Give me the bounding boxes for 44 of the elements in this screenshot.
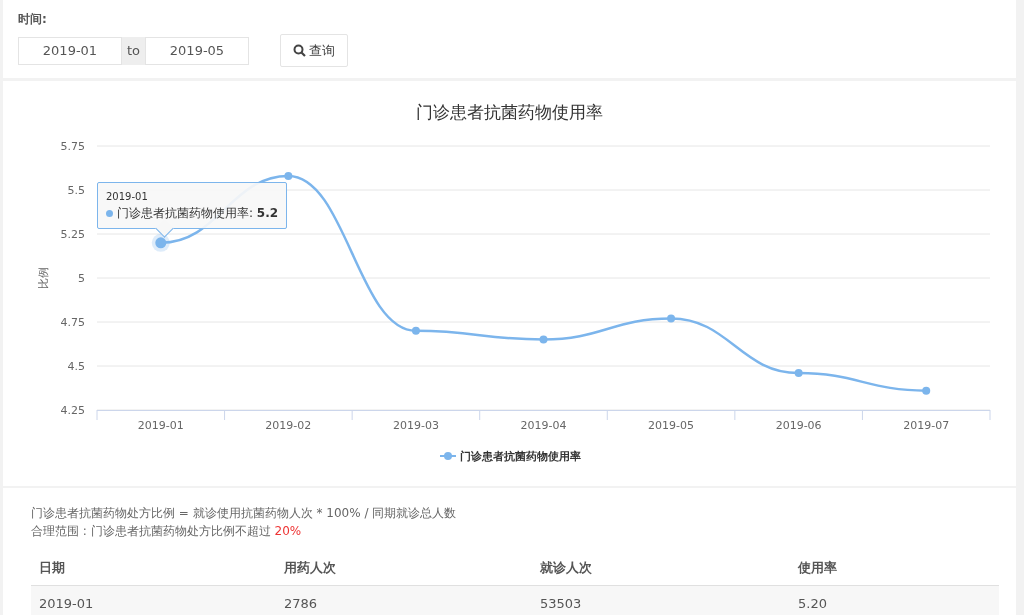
search-icon bbox=[293, 44, 306, 57]
field-label: 时间: bbox=[18, 11, 47, 28]
axis-tick-label: 5.25 bbox=[60, 228, 85, 241]
data-point[interactable] bbox=[667, 314, 676, 323]
tooltip-value: 门诊患者抗菌药物使用率: 5.2 bbox=[117, 205, 279, 222]
table-cell-text: 53503 bbox=[539, 596, 583, 611]
axis-tick-label: 5 bbox=[78, 272, 85, 285]
series-dot bbox=[106, 210, 113, 217]
table-cell-text: 5.20 bbox=[797, 596, 828, 611]
table-cell-text: 2786 bbox=[283, 596, 319, 611]
legend-item[interactable]: 门诊患者抗菌药物使用率 bbox=[439, 450, 581, 463]
data-point[interactable] bbox=[922, 386, 931, 395]
search-button[interactable]: 查询 bbox=[280, 34, 348, 67]
axis-tick-label: 4.25 bbox=[60, 404, 85, 417]
range-value: 20% bbox=[274, 524, 302, 538]
data-point[interactable] bbox=[411, 326, 420, 335]
axis-tick-label: 5.5 bbox=[67, 184, 85, 197]
column-header: 日期 bbox=[38, 558, 66, 577]
axis-title: 比例 bbox=[37, 267, 50, 289]
tooltip-category: 2019-01 bbox=[106, 191, 149, 202]
axis-tick-label: 2019-01 bbox=[137, 419, 184, 432]
range-separator: to bbox=[122, 36, 145, 65]
formula-text: 门诊患者抗菌药物处方比例 = 就诊使用抗菌药物人次 * 100% / 同期就诊总人数 bbox=[31, 505, 458, 522]
axis-tick-label: 4.5 bbox=[67, 360, 85, 373]
column-header: 用药人次 bbox=[283, 558, 337, 577]
axis-tick-label: 2019-04 bbox=[520, 419, 567, 432]
column-header: 使用率 bbox=[796, 558, 838, 577]
end-date-field[interactable]: 2019-05 bbox=[145, 36, 249, 65]
axis-tick-label: 2019-05 bbox=[648, 419, 695, 432]
data-point[interactable] bbox=[284, 171, 293, 180]
axis-tick-label: 2019-07 bbox=[903, 419, 950, 432]
axis-tick-label: 2019-03 bbox=[392, 419, 439, 432]
axis-tick-label: 2019-06 bbox=[775, 419, 822, 432]
axis-tick-label: 5.75 bbox=[60, 140, 85, 153]
axis-tick-label: 4.75 bbox=[60, 316, 85, 329]
data-point[interactable] bbox=[794, 369, 803, 378]
range-text: 合理范围 : 门诊患者抗菌药物处方比例不超过 bbox=[31, 524, 271, 538]
data-point[interactable] bbox=[155, 237, 167, 249]
table-cell-text: 2019-01 bbox=[38, 596, 95, 611]
data-point[interactable] bbox=[539, 335, 548, 344]
chart-title: 门诊患者抗菌药物使用率 bbox=[415, 101, 604, 124]
column-header: 就诊人次 bbox=[539, 558, 593, 577]
axis-tick-label: 2019-02 bbox=[265, 419, 312, 432]
start-date-field[interactable]: 2019-01 bbox=[18, 36, 122, 65]
